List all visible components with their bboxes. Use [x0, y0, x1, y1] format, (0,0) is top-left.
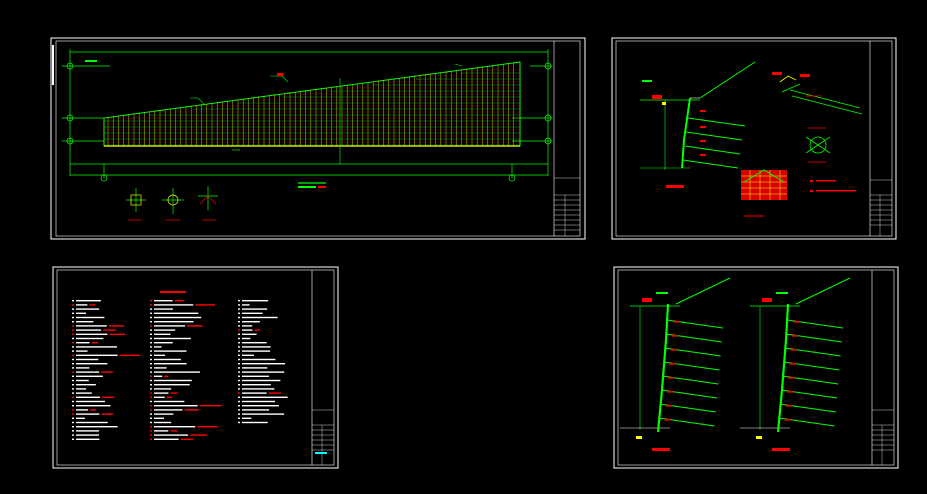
nail-label — [669, 363, 676, 365]
top-label — [656, 292, 668, 294]
wall-face — [776, 303, 790, 433]
nail-label — [793, 321, 799, 323]
nail-label — [673, 321, 679, 323]
top-marker — [642, 298, 652, 302]
nail-label — [789, 363, 796, 365]
section-title — [652, 448, 670, 451]
top-marker — [762, 298, 772, 302]
nail-label — [664, 419, 671, 421]
nail-label — [791, 335, 798, 337]
nail-label — [670, 349, 677, 351]
nail-label — [784, 419, 791, 421]
section-title — [772, 448, 790, 451]
slope-line — [795, 277, 851, 305]
nail-label — [787, 391, 793, 393]
nail-label — [668, 377, 675, 379]
wall-face — [656, 303, 670, 433]
slope-line — [675, 277, 731, 305]
nail-label — [665, 405, 672, 407]
base-marker — [756, 436, 762, 439]
nail-label — [785, 405, 792, 407]
pair-sections — [620, 277, 851, 451]
nail-label — [788, 377, 795, 379]
nail-label — [671, 335, 678, 337]
sheet-sections-pair — [613, 266, 899, 469]
nail-label — [790, 349, 797, 351]
nail-label — [667, 391, 673, 393]
top-label — [776, 292, 788, 294]
base-marker — [636, 436, 642, 439]
